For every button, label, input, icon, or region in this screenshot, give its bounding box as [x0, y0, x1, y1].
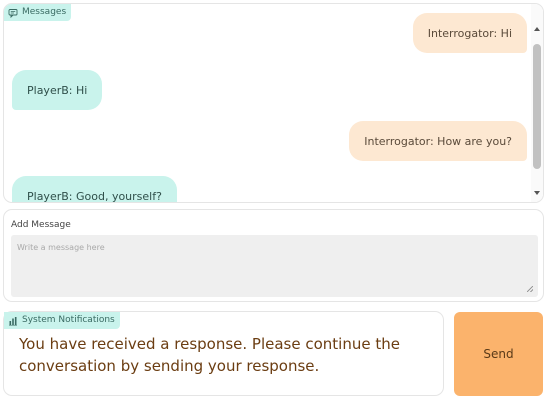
scroll-down-arrow-icon[interactable] [534, 191, 540, 195]
add-message-label: Add Message [11, 220, 71, 230]
chat-icon [8, 8, 18, 18]
messages-tag: Messages [4, 4, 72, 21]
message-text: Interrogator: Hi [427, 26, 512, 40]
messages-scrollbar[interactable] [531, 4, 543, 202]
message-text: PlayerB: Good, yourself? [27, 189, 162, 203]
notifications-title: System Notifications [22, 315, 115, 325]
message-bubble: Interrogator: Hi [412, 13, 527, 53]
scrollbar-thumb[interactable] [533, 44, 541, 169]
message-input[interactable] [11, 235, 538, 297]
message-bubble: PlayerB: Hi [12, 70, 103, 110]
add-message-panel: Add Message [3, 209, 544, 302]
message-text: Interrogator: How are you? [364, 134, 512, 148]
resize-grip-icon[interactable] [527, 286, 533, 292]
notification-text: You have received a response. Please con… [19, 335, 400, 375]
send-button[interactable]: Send [454, 312, 543, 396]
notifications-tag: System Notifications [4, 312, 120, 329]
message-bubble: Interrogator: How are you? [349, 121, 527, 161]
messages-title: Messages [22, 7, 67, 17]
message-bubble: PlayerB: Good, yourself? [12, 176, 177, 203]
messages-panel: Interrogator: Hi PlayerB: Hi Interrogato… [3, 3, 544, 203]
message-text: PlayerB: Hi [27, 83, 88, 97]
message-list[interactable]: Interrogator: Hi PlayerB: Hi Interrogato… [4, 4, 531, 202]
scroll-up-arrow-icon[interactable] [534, 27, 540, 31]
notifications-panel: System Notifications You have received a… [3, 311, 444, 396]
bar-chart-icon [9, 316, 17, 325]
